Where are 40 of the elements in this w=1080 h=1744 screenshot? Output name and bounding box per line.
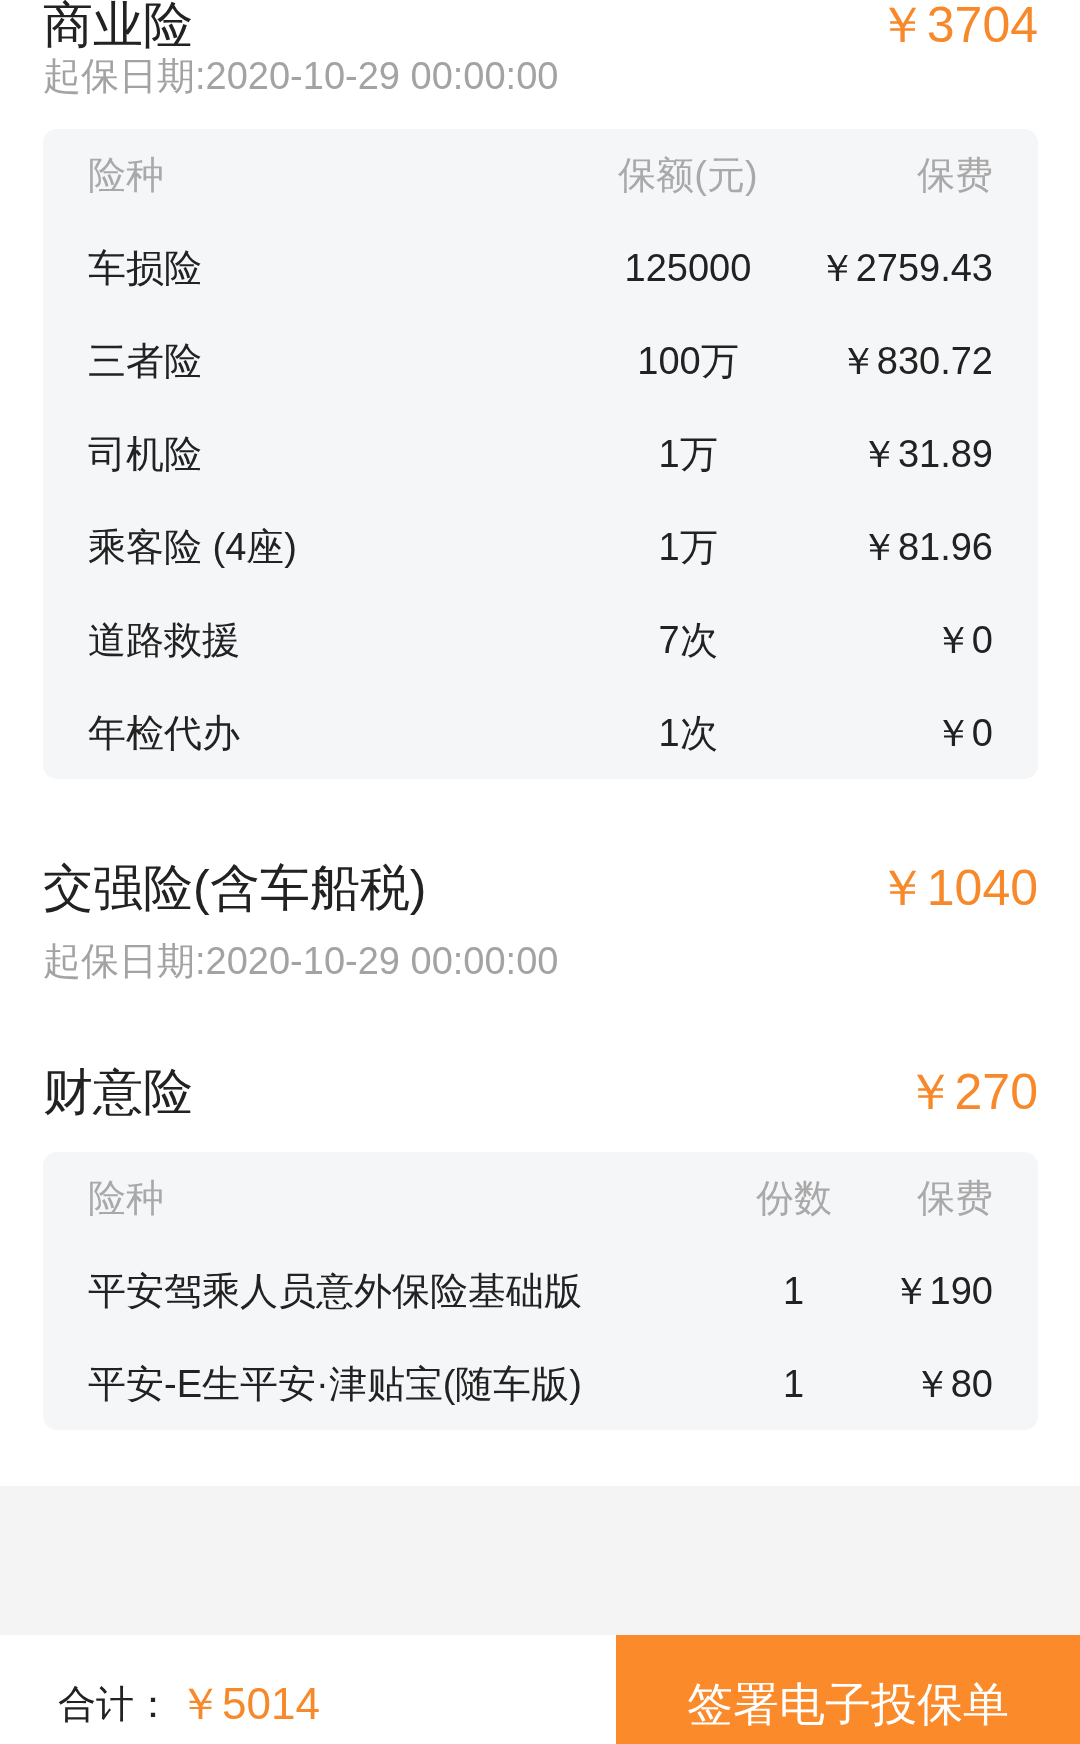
column-header: 份数 bbox=[755, 1176, 832, 1221]
table-cell-text: ￥0 bbox=[933, 710, 993, 756]
table-cell-text: 7次 bbox=[658, 617, 718, 663]
table-cell-text: 1 bbox=[783, 1361, 805, 1407]
column-header: 保费 bbox=[917, 153, 993, 198]
table-cell-text: ￥80 bbox=[912, 1361, 993, 1407]
column-header: 险种 bbox=[88, 1176, 164, 1221]
table-cell-text: ￥190 bbox=[891, 1268, 993, 1314]
section-title: 交强险(含车船税) bbox=[43, 863, 427, 913]
section-title: 财意险 bbox=[43, 1067, 193, 1117]
premium-amount: ￥1040 bbox=[876, 863, 1038, 913]
start-date-text: 起保日期:2020-10-29 00:00:00 bbox=[43, 939, 559, 983]
table-cell-text: 1次 bbox=[658, 710, 718, 756]
total-label: 合计： bbox=[58, 1682, 172, 1727]
total-amount: ￥5014 bbox=[178, 1679, 320, 1729]
table-cell-text: ￥2759.43 bbox=[817, 245, 993, 291]
column-header: 保额(元) bbox=[618, 153, 758, 198]
table-cell-text: 三者险 bbox=[88, 338, 202, 384]
table-cell-text: 平安-E生平安·津贴宝(随车版) bbox=[88, 1361, 582, 1407]
table-cell-text: ￥31.89 bbox=[859, 431, 993, 477]
table-cell-text: 1万 bbox=[658, 431, 718, 477]
table-cell-text: 乘客险 (4座) bbox=[88, 524, 297, 570]
table-cell-text: 1万 bbox=[658, 524, 718, 570]
table-cell-text: 平安驾乘人员意外保险基础版 bbox=[88, 1268, 582, 1314]
table-cell-text: 100万 bbox=[637, 338, 739, 384]
table-cell-text: 125000 bbox=[624, 245, 752, 291]
column-header: 保费 bbox=[917, 1176, 993, 1221]
premium-amount: ￥3704 bbox=[876, 0, 1038, 50]
table-cell-text: ￥830.72 bbox=[838, 338, 993, 384]
table-cell-text: ￥81.96 bbox=[859, 524, 993, 570]
table-cell-text: 司机险 bbox=[88, 431, 202, 477]
table-cell-text: ￥0 bbox=[933, 617, 993, 663]
table-cell-text: 道路救援 bbox=[88, 617, 240, 663]
column-header: 险种 bbox=[88, 153, 164, 198]
table-cell-text: 1 bbox=[783, 1268, 805, 1314]
table-cell-text: 年检代办 bbox=[88, 710, 240, 756]
premium-amount: ￥270 bbox=[904, 1067, 1038, 1117]
table-cell-text: 车损险 bbox=[88, 245, 202, 291]
sign-button[interactable]: 签署电子投保单 bbox=[616, 1635, 1080, 1744]
start-date-text: 起保日期:2020-10-29 00:00:00 bbox=[43, 54, 559, 98]
